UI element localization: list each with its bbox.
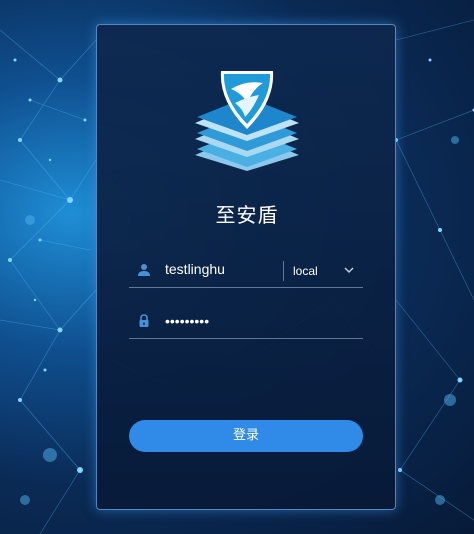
username-field[interactable]: testlinghu local [129,257,363,288]
shield-logo [195,71,299,171]
lock-icon [139,314,149,327]
username-input[interactable]: testlinghu [165,261,225,277]
app-title: 至安盾 [215,203,279,227]
password-field[interactable]: ••••••••• [129,308,363,339]
chevron-down-icon[interactable] [343,264,355,276]
realm-divider [283,261,284,281]
password-input[interactable]: ••••••••• [165,313,209,329]
login-card: 至安盾 testlinghu local ••••••••• 登录 [96,24,396,510]
realm-value: local [293,264,318,278]
user-icon [138,264,150,276]
realm-select[interactable]: local [283,257,363,287]
login-button[interactable]: 登录 [129,420,363,452]
